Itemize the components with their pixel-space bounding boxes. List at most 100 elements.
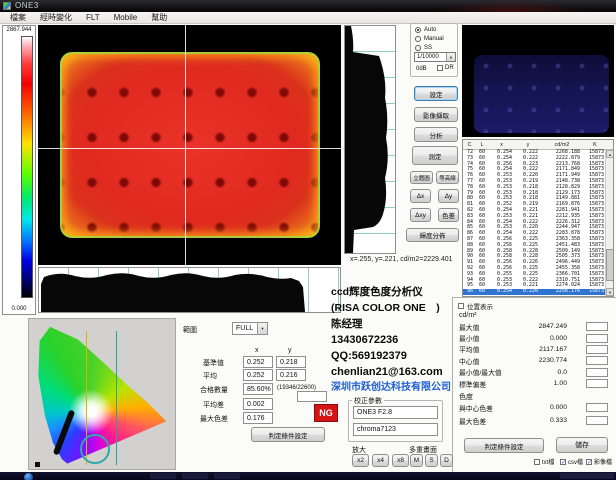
luminance-dist-button[interactable]: 輝度分佈 (406, 228, 459, 242)
color-scale-max: 2867.944 (3, 27, 35, 33)
value-box[interactable] (586, 322, 608, 331)
chevron-down-icon[interactable]: ▼ (446, 53, 455, 61)
capture-mode-radio[interactable]: Manual (415, 35, 457, 42)
format-checkbox[interactable]: 影像檔 (586, 457, 612, 466)
position-display-checkbox[interactable]: 位置表示 (458, 301, 493, 311)
range-select[interactable]: FULL ▼ (232, 322, 268, 335)
checkbox-icon (560, 459, 566, 465)
delta-y-button[interactable]: Δy (438, 189, 459, 203)
radio-icon (415, 45, 421, 51)
save-button[interactable]: 儲存 (556, 437, 608, 453)
table-row[interactable]: 96 60 0.254 0.220 2256.176 15873 (463, 289, 605, 295)
delta-xy-button[interactable]: Δxy (410, 208, 431, 222)
average-x-field[interactable]: 0.252 (243, 369, 273, 381)
reference-x-field[interactable]: 0.252 (243, 356, 273, 368)
cie-marker-line-teal (116, 331, 117, 465)
solid-view-button[interactable]: 立體圖 (410, 171, 433, 184)
scroll-down-icon[interactable]: ▼ (606, 288, 614, 296)
format-checkbox[interactable]: txt檔 (534, 457, 554, 466)
menu-item[interactable]: FLT (80, 12, 106, 23)
judge-condition-settings-button[interactable]: 判定條件設定 (251, 427, 325, 442)
app-icon (3, 2, 11, 10)
menu-item[interactable]: 經時變化 (34, 12, 78, 23)
measure-button[interactable]: 測定 (412, 146, 458, 165)
cie-diagram-panel (28, 318, 176, 470)
taskbar-item (214, 473, 240, 479)
radio-icon (415, 36, 421, 42)
zoom-buttons: x2x4x8 (352, 454, 409, 467)
multi-screen-button[interactable]: D (440, 454, 453, 467)
col-x-header: x (255, 347, 259, 354)
luminance-stats-list: 最大值 2847.249 最小值 0.000 平均值 2117.167 (453, 321, 616, 389)
value-box[interactable] (586, 345, 608, 354)
stat-row: 標準偏差 1.00 (453, 378, 616, 389)
chevron-down-icon[interactable]: ▼ (257, 323, 267, 334)
judge-condition-button[interactable]: 判定條件設定 (464, 438, 544, 453)
set-button[interactable]: 設定 (414, 86, 458, 101)
col-y-header: y (288, 347, 292, 354)
capture-mode-radio[interactable]: Auto (415, 26, 457, 33)
exposure-select[interactable]: 1/10000 ▼ (414, 52, 456, 62)
multi-screen-button[interactable]: M (410, 454, 423, 467)
cie-target-circle (80, 434, 110, 464)
table-body: 72 60 0.254 0.222 2268.188 15873 73 60 0… (463, 150, 605, 296)
average-y-field[interactable]: 0.216 (276, 369, 306, 381)
luminance-image-view[interactable] (38, 25, 341, 265)
scroll-up-icon[interactable]: ▲ (606, 150, 614, 158)
start-button-icon (24, 473, 33, 480)
taskbar-tray (560, 473, 614, 479)
pass-count-label: 合格數量 (200, 385, 228, 395)
menu-item[interactable]: Mobile (108, 12, 144, 23)
image-capture-button[interactable]: 影像擷取 (414, 107, 458, 122)
format-checkbox[interactable]: csv檔 (560, 457, 583, 466)
menu-bar: 檔案經時變化FLTMobile幫助 (0, 12, 616, 24)
window-title: ONE3 (15, 1, 39, 10)
value-box[interactable] (586, 379, 608, 388)
color-diff-button[interactable]: 色差 (438, 208, 459, 222)
calibration-field-2[interactable]: chroma7123 (353, 423, 438, 436)
reference-y-field[interactable]: 0.218 (276, 356, 306, 368)
color-scale-gradient (21, 36, 33, 298)
dr-checkbox[interactable]: DR (437, 65, 454, 71)
value-box[interactable] (586, 416, 608, 425)
measurement-table: C L x y cd/m2 K 72 60 0.254 0.222 2268.1… (462, 139, 614, 297)
multi-screen-button[interactable]: S (425, 454, 438, 467)
scrollbar-thumb[interactable] (606, 249, 614, 281)
contact-qq: QQ:569192379 (331, 348, 461, 364)
avg-diff-field[interactable]: 0.002 (243, 398, 273, 410)
avg-diff-label: 平均差 (203, 400, 224, 410)
max-diff-field[interactable]: 0.176 (243, 412, 273, 424)
value-box[interactable] (586, 356, 608, 365)
calibration-field-1[interactable]: ONE3 F2.8 (353, 406, 438, 419)
taskbar-item (182, 473, 208, 479)
analyze-button[interactable]: 分析 (414, 127, 458, 142)
range-label: 範圍 (183, 325, 197, 335)
value-box[interactable] (586, 368, 608, 377)
capture-mode-radio[interactable]: SS (415, 44, 457, 51)
stat-row: 中心值 2230.774 (453, 355, 616, 366)
save-format-checkboxes: txt檔 csv檔 影像檔 (452, 455, 616, 467)
stat-row: 平均值 2117.167 (453, 344, 616, 355)
zoom-factor-button[interactable]: x4 (372, 454, 389, 467)
vertical-profile-silhouette (345, 26, 395, 253)
zoom-factor-button[interactable]: x2 (352, 454, 369, 467)
taskbar-item (150, 473, 176, 479)
calibration-title: 校正參數 (352, 396, 384, 406)
contact-person: 陈经理 (331, 316, 461, 332)
contour-button[interactable]: 等高線 (436, 171, 459, 184)
pass-percent-field[interactable]: 85.60% (243, 383, 273, 395)
zoom-factor-button[interactable]: x8 (392, 454, 409, 467)
menu-item[interactable]: 幫助 (145, 12, 173, 23)
stats-unit-label: cd/m² (459, 312, 477, 319)
preview-panel-glow (474, 55, 609, 133)
capture-mode-list: Auto Manual SS (411, 26, 457, 51)
value-box[interactable] (586, 403, 608, 412)
checkbox-icon (586, 459, 592, 465)
value-box[interactable] (586, 334, 608, 343)
menu-item[interactable]: 檔案 (4, 12, 32, 23)
result-field[interactable] (297, 391, 327, 402)
table-scrollbar[interactable]: ▲ ▼ (605, 150, 613, 296)
delta-x-button[interactable]: Δx (410, 189, 431, 203)
vertical-profile-plot (344, 25, 396, 254)
stat-row: 最小值 0.000 (453, 332, 616, 343)
